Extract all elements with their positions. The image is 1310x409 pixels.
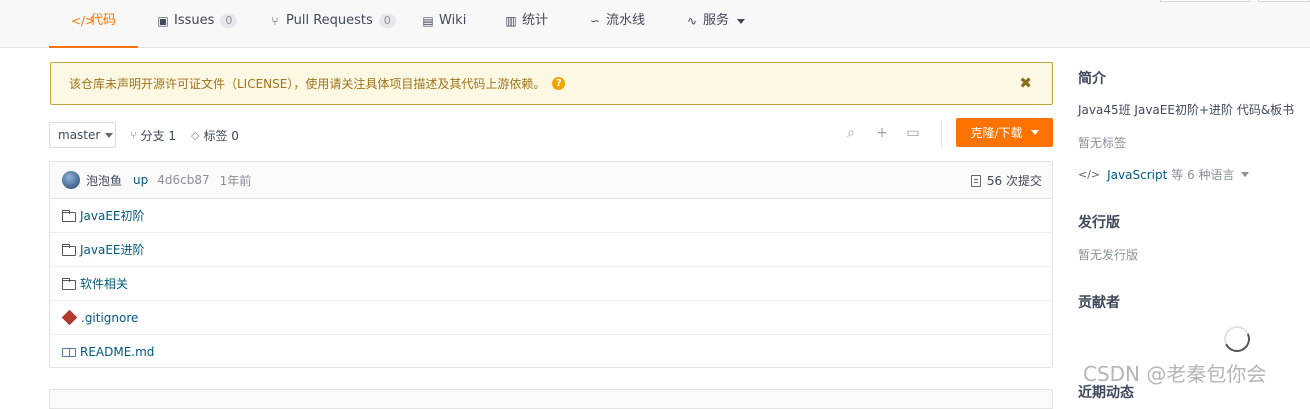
commit-message[interactable]: up — [133, 173, 148, 187]
license-notice: 该仓库未声明开源许可证文件（LICENSE），使用请关注具体项目描述及其代码上游… — [50, 62, 1053, 105]
document-icon — [970, 174, 981, 187]
loading-spinner-icon — [1220, 322, 1254, 356]
toolbar-divider — [941, 121, 942, 147]
top-action-button-2[interactable] — [1258, 0, 1310, 2]
file-row[interactable]: JavaEE进阶 — [50, 233, 1052, 267]
avatar[interactable] — [62, 171, 80, 189]
tab-wiki[interactable]: ▤ Wiki — [420, 12, 466, 48]
tags-label: 标签 0 — [203, 129, 239, 143]
readme-panel — [49, 389, 1053, 409]
pull-request-icon: ⑂ — [271, 14, 279, 28]
tab-services[interactable]: ∿ 服务 — [684, 12, 746, 48]
tab-stats[interactable]: ▥ 统计 — [503, 12, 548, 48]
intro-text: Java45班 JavaEE初阶+进阶 代码&板书 — [1078, 103, 1295, 117]
monitor-icon[interactable]: ▭ — [904, 124, 922, 142]
add-icon[interactable]: + — [873, 124, 891, 142]
folder-icon — [62, 209, 76, 222]
watermark: CSDN @老秦包你会 — [1083, 362, 1267, 386]
tab-pipeline-label: 流水线 — [606, 13, 646, 28]
file-list-panel: 泡泡鱼 up 4d6cb87 1年前 56 次提交 JavaEE初阶 JavaE… — [49, 161, 1053, 368]
no-tags-text: 暂无标签 — [1078, 136, 1127, 150]
license-notice-text: 该仓库未声明开源许可证文件（LICENSE），使用请关注具体项目描述及其代码上游… — [69, 77, 546, 91]
top-action-button[interactable] — [1160, 0, 1250, 2]
release-heading: 发行版 — [1078, 215, 1120, 231]
tab-wiki-label: Wiki — [439, 13, 467, 28]
tab-code[interactable]: </> 代码 — [48, 12, 139, 48]
language-rest: 等 6 种语言 — [1171, 168, 1235, 182]
clone-download-label: 克隆/下载 — [970, 126, 1023, 140]
language-summary[interactable]: </> JavaScript 等 6 种语言 — [1078, 166, 1249, 183]
repo-tab-bar: </> 代码 ▣ Issues 0 ⑂ Pull Requests 0 ▤ Wi… — [0, 0, 1310, 48]
tab-services-label: 服务 — [703, 13, 730, 28]
clone-download-button[interactable]: 克隆/下载 — [956, 118, 1053, 147]
tag-icon: ◇ — [191, 129, 200, 142]
file-row[interactable]: 软件相关 — [50, 267, 1052, 301]
commit-count-label: 56 次提交 — [986, 174, 1042, 188]
chevron-down-icon — [1030, 130, 1039, 135]
file-name[interactable]: JavaEE初阶 — [80, 207, 145, 224]
language-name: JavaScript — [1107, 167, 1168, 182]
issues-icon: ▣ — [157, 14, 169, 28]
folder-icon — [62, 243, 76, 256]
close-icon[interactable]: ✖ — [1019, 74, 1032, 92]
chevron-down-icon — [105, 132, 114, 138]
latest-commit-bar: 泡泡鱼 up 4d6cb87 1年前 56 次提交 — [50, 162, 1052, 199]
branches-link[interactable]: ⑂ 分支 1 — [130, 127, 176, 144]
file-name[interactable]: JavaEE进阶 — [80, 241, 145, 258]
pipeline-icon: ∽ — [589, 14, 601, 28]
pulse-icon: ∿ — [686, 14, 698, 28]
branches-label: 分支 1 — [140, 129, 177, 143]
contributors-heading: 贡献者 — [1078, 295, 1120, 311]
file-row[interactable]: JavaEE初阶 — [50, 199, 1052, 233]
commit-count-link[interactable]: 56 次提交 — [970, 172, 1042, 189]
wiki-icon: ▤ — [422, 14, 434, 28]
code-icon: </> — [71, 14, 96, 28]
branch-select-value: master — [58, 128, 101, 142]
commit-hash[interactable]: 4d6cb87 — [157, 173, 209, 187]
branch-select[interactable]: master — [49, 122, 116, 148]
git-icon — [61, 309, 78, 326]
file-name[interactable]: README.md — [80, 345, 154, 359]
code-icon: </> — [1078, 168, 1101, 181]
bar-chart-icon: ▥ — [505, 14, 517, 28]
chevron-down-icon — [1240, 172, 1249, 177]
file-row[interactable]: README.md — [50, 335, 1052, 369]
chevron-down-icon — [737, 19, 746, 24]
file-name[interactable]: .gitignore — [81, 311, 138, 325]
folder-icon — [62, 277, 76, 290]
tab-issues[interactable]: ▣ Issues 0 — [155, 12, 238, 48]
commit-author[interactable]: 泡泡鱼 — [86, 172, 122, 189]
help-icon[interactable]: ? — [552, 77, 566, 90]
tab-pull-requests-label: Pull Requests — [286, 13, 373, 28]
search-icon[interactable]: ⌕ — [842, 124, 860, 142]
tab-issues-label: Issues — [174, 13, 215, 28]
file-name[interactable]: 软件相关 — [80, 275, 128, 292]
no-release-text: 暂无发行版 — [1078, 248, 1139, 262]
file-row[interactable]: .gitignore — [50, 301, 1052, 335]
tab-pipeline[interactable]: ∽ 流水线 — [587, 12, 645, 48]
tags-link[interactable]: ◇ 标签 0 — [191, 127, 239, 144]
intro-heading: 简介 — [1078, 71, 1106, 87]
issues-count-badge: 0 — [220, 14, 238, 28]
tab-stats-label: 统计 — [522, 13, 549, 28]
commit-time: 1年前 — [219, 173, 252, 188]
tab-pull-requests[interactable]: ⑂ Pull Requests 0 — [267, 12, 396, 48]
branch-icon: ⑂ — [130, 129, 137, 142]
pull-requests-count-badge: 0 — [378, 14, 396, 28]
book-icon — [62, 347, 76, 357]
tab-code-label: 代码 — [90, 13, 117, 28]
